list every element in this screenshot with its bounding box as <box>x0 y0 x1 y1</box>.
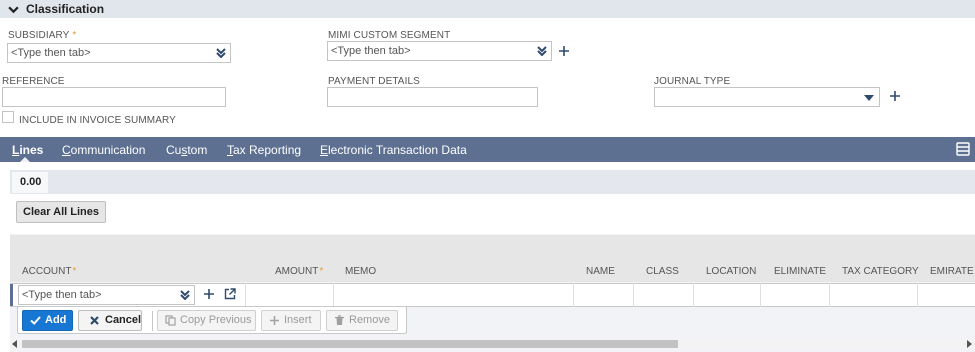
active-tab-indicator <box>20 157 30 162</box>
column-class: CLASS <box>646 266 679 277</box>
tab-lines[interactable]: Lines <box>12 143 43 157</box>
scrollbar-thumb[interactable] <box>22 340 678 348</box>
cell-separator <box>573 283 574 307</box>
cell-separator <box>633 283 634 307</box>
cell-separator <box>760 283 761 307</box>
column-location: LOCATION <box>706 266 757 277</box>
lines-total-strip <box>10 170 975 194</box>
double-chevron-down-icon[interactable] <box>180 290 190 300</box>
tab-communication[interactable]: Communication <box>62 143 145 157</box>
edit-row-indicator <box>10 284 13 306</box>
add-segment-plus-icon[interactable] <box>558 45 570 57</box>
subsidiary-field[interactable]: <Type then tab> <box>7 43 231 63</box>
column-eliminate: ELIMINATE <box>774 266 827 277</box>
column-emirate: EMIRATE <box>930 266 974 277</box>
remove-line-button[interactable]: Remove <box>326 310 398 331</box>
column-account: ACCOUNT* <box>22 266 77 277</box>
add-account-plus-icon[interactable] <box>203 288 215 300</box>
mimi-custom-segment-field[interactable]: <Type then tab> <box>327 41 552 61</box>
horizontal-scrollbar[interactable] <box>10 338 975 350</box>
section-title: Classification <box>26 2 105 16</box>
copy-previous-button[interactable]: Copy Previous <box>157 310 256 331</box>
dropdown-arrow-icon[interactable] <box>864 93 874 103</box>
open-external-icon[interactable] <box>224 288 236 300</box>
scroll-left-arrow-icon[interactable] <box>12 340 17 348</box>
tab-custom[interactable]: Custom <box>166 143 207 157</box>
trash-icon <box>335 315 344 325</box>
cell-separator <box>829 283 830 307</box>
reference-field[interactable] <box>2 87 226 107</box>
journal-type-select[interactable] <box>654 87 880 107</box>
scroll-right-arrow-icon[interactable] <box>967 340 972 348</box>
payment-details-label: PAYMENT DETAILS <box>328 76 420 87</box>
column-memo: MEMO <box>345 266 377 277</box>
checkmark-icon <box>30 316 41 325</box>
button-divider <box>152 311 153 331</box>
column-tax-category: TAX CATEGORY <box>842 266 919 277</box>
tab-electronic-transaction-data[interactable]: Electronic Transaction Data <box>320 143 467 157</box>
chevron-down-icon <box>8 6 19 13</box>
double-chevron-down-icon[interactable] <box>216 48 226 58</box>
cell-separator <box>333 283 334 307</box>
account-placeholder: <Type then tab> <box>22 289 102 301</box>
menu-icon[interactable] <box>956 142 970 156</box>
mimi-custom-segment-label: MIMI CUSTOM SEGMENT <box>328 30 451 41</box>
add-journal-type-plus-icon[interactable] <box>889 90 901 102</box>
x-icon <box>90 316 99 325</box>
cell-separator <box>917 283 918 307</box>
cell-separator <box>245 283 246 307</box>
insert-line-button[interactable]: Insert <box>261 310 321 331</box>
subsidiary-label: SUBSIDIARY * <box>8 30 77 41</box>
include-in-invoice-summary-checkbox[interactable] <box>2 111 14 123</box>
tab-tax-reporting[interactable]: Tax Reporting <box>227 143 301 157</box>
cell-separator <box>693 283 694 307</box>
column-amount: AMOUNT* <box>275 266 324 277</box>
account-field[interactable]: <Type then tab> <box>18 285 195 305</box>
clear-lines-area <box>10 194 975 234</box>
subsidiary-placeholder: <Type then tab> <box>11 47 91 59</box>
lines-total: 0.00 <box>12 172 48 193</box>
mimi-custom-segment-placeholder: <Type then tab> <box>331 45 411 57</box>
column-name: NAME <box>586 266 615 277</box>
subtab-bar <box>0 137 975 162</box>
add-line-button[interactable]: Add <box>22 310 73 331</box>
classification-section-header[interactable]: Classification <box>0 0 975 18</box>
include-in-invoice-summary-label: INCLUDE IN INVOICE SUMMARY <box>19 115 176 126</box>
reference-label: REFERENCE <box>2 76 65 87</box>
double-chevron-down-icon[interactable] <box>537 46 547 56</box>
cancel-line-button[interactable]: Cancel <box>78 310 142 331</box>
journal-type-label: JOURNAL TYPE <box>654 76 731 87</box>
payment-details-field[interactable] <box>327 87 538 107</box>
lines-grid-header <box>10 235 975 282</box>
clear-all-lines-button[interactable]: Clear All Lines <box>16 201 107 223</box>
copy-icon <box>165 315 176 326</box>
plus-icon <box>270 316 279 325</box>
